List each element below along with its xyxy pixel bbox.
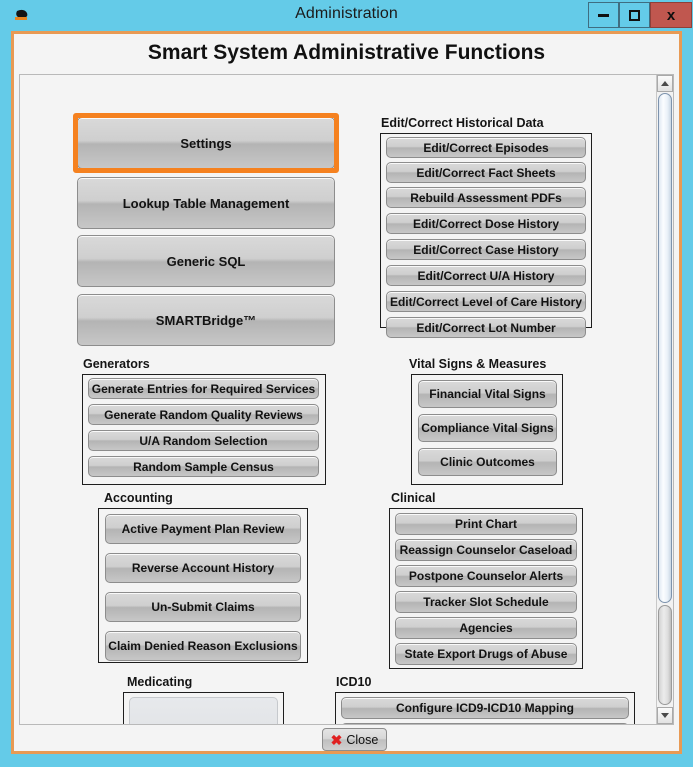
edit-correct-lot-number-button[interactable]: Edit/Correct Lot Number <box>386 317 586 338</box>
btn-label: Active Payment Plan Review <box>121 522 285 536</box>
ua-random-selection-button[interactable]: U/A Random Selection <box>88 430 319 451</box>
minimize-button[interactable] <box>588 2 619 28</box>
generators-group-label: Generators <box>83 357 150 371</box>
scroll-down-button[interactable] <box>657 707 673 724</box>
btn-label: Tracker Slot Schedule <box>423 595 549 609</box>
btn-label: Edit/Correct Level of Care History <box>389 294 583 309</box>
btn-label: Claim Denied Reason Exclusions <box>108 639 298 653</box>
btn-label: Un-Submit Claims <box>151 600 255 614</box>
generic-sql-label: Generic SQL <box>166 253 246 269</box>
footer-bar: ✖ Close <box>19 727 674 752</box>
generate-random-quality-reviews-button[interactable]: Generate Random Quality Reviews <box>88 404 319 425</box>
edit-correct-ua-history-button[interactable]: Edit/Correct U/A History <box>386 265 586 286</box>
btn-label: Print Chart <box>454 517 517 531</box>
scroll-panel: Settings Lookup Table Management Generic… <box>19 74 674 725</box>
smartbridge-label: SMARTBridge™ <box>155 312 257 328</box>
btn-label: Financial Vital Signs <box>429 387 546 401</box>
vital-signs-group-label: Vital Signs & Measures <box>409 357 547 371</box>
btn-label: Generate Random Quality Reviews <box>104 407 303 422</box>
btn-label: Postpone Counselor Alerts <box>408 569 564 583</box>
generate-entries-required-services-button[interactable]: Generate Entries for Required Services <box>88 378 319 399</box>
state-export-drugs-of-abuse-button[interactable]: State Export Drugs of Abuse <box>395 643 577 665</box>
claim-denied-reason-exclusions-button[interactable]: Claim Denied Reason Exclusions <box>105 631 301 661</box>
btn-label: Agencies <box>459 621 513 635</box>
client-area: Smart System Administrative Functions Se… <box>11 31 682 754</box>
random-sample-census-button[interactable]: Random Sample Census <box>88 456 319 477</box>
accounting-group-label: Accounting <box>104 491 173 505</box>
scroll-up-button[interactable] <box>657 75 673 92</box>
maximize-button[interactable] <box>619 2 650 28</box>
un-submit-claims-button[interactable]: Un-Submit Claims <box>105 592 301 622</box>
btn-label: Edit/Correct Dose History <box>412 216 560 231</box>
close-button-label: Close <box>346 732 379 747</box>
edit-correct-fact-sheets-button[interactable]: Edit/Correct Fact Sheets <box>386 162 586 183</box>
btn-label: Generate Entries for Required Services <box>91 381 316 396</box>
clinical-group-label: Clinical <box>391 491 436 505</box>
generic-sql-button[interactable]: Generic SQL <box>77 235 335 287</box>
clinic-outcomes-button[interactable]: Clinic Outcomes <box>418 448 557 476</box>
btn-label: Rebuild Assessment PDFs <box>410 190 562 205</box>
edit-correct-episodes-button[interactable]: Edit/Correct Episodes <box>386 137 586 158</box>
btn-label: Configure ICD9-ICD10 Mapping <box>395 701 574 715</box>
btn-label: Clinic Outcomes <box>440 455 535 469</box>
lookup-table-management-button[interactable]: Lookup Table Management <box>77 177 335 229</box>
migrate-all-patients-to-icd10-button[interactable]: Migrate All Patients to ICD-10 (Availabl… <box>341 723 629 724</box>
close-button[interactable]: ✖ Close <box>322 728 387 751</box>
btn-label: Edit/Correct Case History <box>413 242 559 257</box>
edit-correct-group-label: Edit/Correct Historical Data <box>381 116 544 130</box>
vertical-scrollbar[interactable] <box>656 75 673 724</box>
btn-label: Reassign Counselor Caseload <box>399 543 573 557</box>
btn-label: U/A Random Selection <box>139 433 268 448</box>
btn-label: State Export Drugs of Abuse <box>404 647 568 661</box>
edit-correct-level-of-care-history-button[interactable]: Edit/Correct Level of Care History <box>386 291 586 312</box>
active-payment-plan-review-button[interactable]: Active Payment Plan Review <box>105 514 301 544</box>
triangle-down-icon <box>661 713 669 718</box>
compliance-vital-signs-button[interactable]: Compliance Vital Signs <box>418 414 557 442</box>
btn-label: Edit/Correct U/A History <box>417 268 555 283</box>
settings-button-label: Settings <box>180 135 232 151</box>
tracker-slot-schedule-button[interactable]: Tracker Slot Schedule <box>395 591 577 613</box>
edit-correct-dose-history-button[interactable]: Edit/Correct Dose History <box>386 213 586 234</box>
functions-canvas: Settings Lookup Table Management Generic… <box>20 75 658 724</box>
agencies-button[interactable]: Agencies <box>395 617 577 639</box>
btn-label: Edit/Correct Lot Number <box>416 320 556 335</box>
red-x-icon: ✖ <box>330 731 343 748</box>
edit-correct-case-history-button[interactable]: Edit/Correct Case History <box>386 239 586 260</box>
btn-label: Edit/Correct Fact Sheets <box>416 165 556 180</box>
window-close-button[interactable]: x <box>650 2 692 28</box>
btn-label: Compliance Vital Signs <box>421 421 554 435</box>
btn-label: Random Sample Census <box>133 459 274 474</box>
reassign-counselor-caseload-button[interactable]: Reassign Counselor Caseload <box>395 539 577 561</box>
maximize-icon <box>629 9 640 21</box>
postpone-counselor-alerts-button[interactable]: Postpone Counselor Alerts <box>395 565 577 587</box>
page-title: Smart System Administrative Functions <box>147 41 546 64</box>
medicating-group-label: Medicating <box>127 675 193 689</box>
rebuild-assessment-pdfs-button[interactable]: Rebuild Assessment PDFs <box>386 187 586 208</box>
settings-button[interactable]: Settings <box>73 113 339 173</box>
reverse-account-history-button[interactable]: Reverse Account History <box>105 553 301 583</box>
icd10-group-label: ICD10 <box>336 675 372 689</box>
print-chart-button[interactable]: Print Chart <box>395 513 577 535</box>
smartbridge-button[interactable]: SMARTBridge™ <box>77 294 335 346</box>
title-bar: Administration x <box>0 0 693 31</box>
scrollbar-thumb[interactable] <box>658 93 672 603</box>
lookup-table-management-label: Lookup Table Management <box>122 195 290 211</box>
triangle-up-icon <box>661 81 669 86</box>
btn-label: Edit/Correct Episodes <box>423 140 549 155</box>
minimize-icon <box>598 13 609 17</box>
reset-dispensary-status-button: Reset Dispensary Status <box>129 697 278 724</box>
financial-vital-signs-button[interactable]: Financial Vital Signs <box>418 380 557 408</box>
configure-icd9-icd10-mapping-button[interactable]: Configure ICD9-ICD10 Mapping <box>341 697 629 719</box>
administration-window: Administration x Smart System Administra… <box>0 0 693 767</box>
scrollbar-track-lower[interactable] <box>658 605 672 705</box>
btn-label: Reverse Account History <box>131 561 275 575</box>
